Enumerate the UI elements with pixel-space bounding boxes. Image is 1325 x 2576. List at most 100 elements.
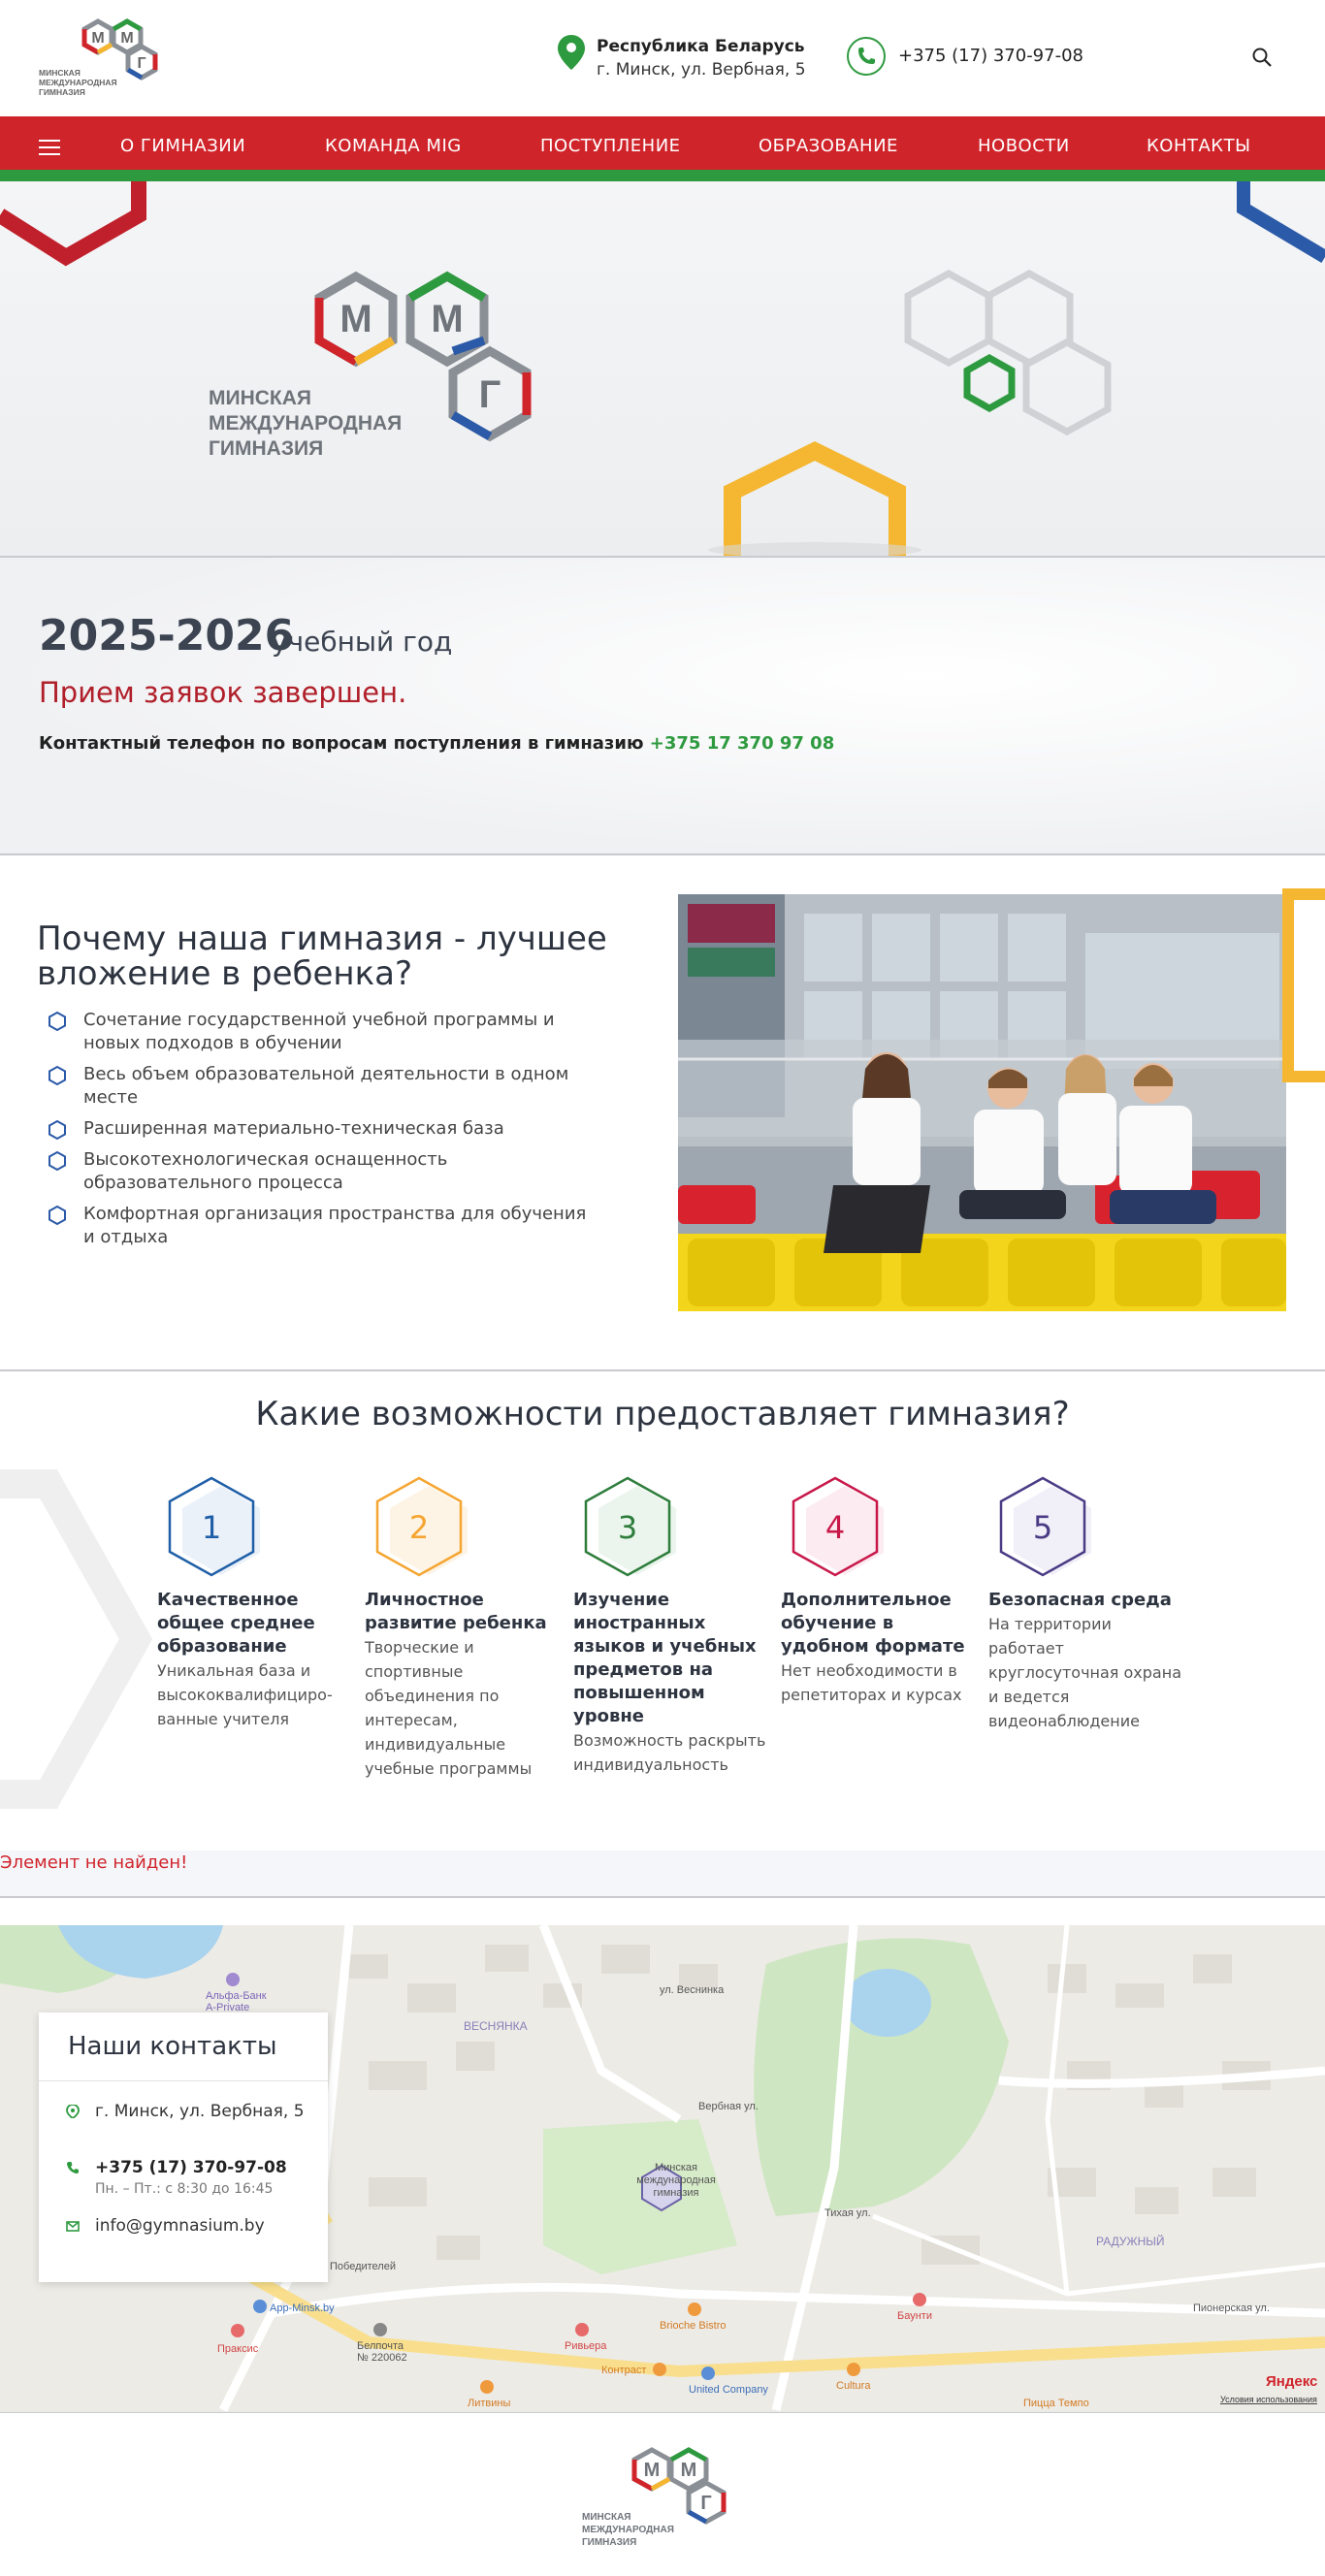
header-logo[interactable]: М М Г МИНСКАЯ МЕЖДУНАРОДНАЯ ГИМНАЗИЯ xyxy=(37,16,182,103)
students-photo xyxy=(678,894,1286,1311)
footer-logo-letter-2: М xyxy=(681,2460,697,2481)
nav-item-contacts[interactable]: КОНТАКТЫ xyxy=(1147,136,1250,156)
map-poi-12: Пицца Темпо xyxy=(1023,2398,1089,2409)
admission-contact-phone[interactable]: +375 17 370 97 08 xyxy=(650,733,834,754)
why-item: Высокотехнологическая оснащенность образ… xyxy=(48,1148,592,1195)
why-item: Весь объем образовательной деятельности … xyxy=(48,1063,592,1110)
hexagon-bullet-icon xyxy=(48,1151,66,1171)
photo-frame-decoration xyxy=(1282,888,1325,1082)
error-message: Элемент не найден! xyxy=(0,1852,188,1873)
map-poi-7: Баунти xyxy=(897,2310,932,2322)
contacts-card: Наши контакты г. Минск, ул. Вербная, 5 +… xyxy=(39,2012,328,2282)
map-poi-1: Альфа-Банк xyxy=(206,1990,267,2002)
mail-icon xyxy=(66,2221,80,2232)
contacts-title: Наши контакты xyxy=(68,2032,277,2061)
site-header: М М Г МИНСКАЯ МЕЖДУНАРОДНАЯ ГИМНАЗИЯ Рес… xyxy=(0,0,1325,116)
footer-divider xyxy=(0,2412,1325,2413)
opportunity-desc: Возможность раскрыть индивидуальность xyxy=(573,1731,766,1774)
contacts-phone[interactable]: +375 (17) 370-97-08 xyxy=(95,2158,328,2177)
map-poi-6: Brioche Bistro xyxy=(660,2320,726,2332)
hero-logo-letter-1: М xyxy=(339,298,372,340)
nav-item-about[interactable]: О ГИМНАЗИИ xyxy=(120,136,245,156)
map-pin-icon xyxy=(558,35,585,70)
admission-divider xyxy=(0,853,1325,855)
hero-logo-name-2: МЕЖДУНАРОДНАЯ xyxy=(209,412,402,435)
map-label-street-1: ул. Веснинка xyxy=(660,1984,725,1996)
opportunity-title: Качественное общее среднее образование xyxy=(157,1590,315,1657)
why-item: Комфортная организация пространства для … xyxy=(48,1203,592,1249)
why-divider xyxy=(0,1369,1325,1371)
contacts-email[interactable]: info@gymnasium.by xyxy=(95,2216,328,2236)
opportunity-number: 4 xyxy=(824,1509,846,1546)
why-item: Сочетание государственной учебной програ… xyxy=(48,1009,592,1055)
admission-status: Прием заявок завершен. xyxy=(39,676,407,709)
phone-icon xyxy=(67,2162,79,2174)
opportunity-hexagon: 3 xyxy=(579,1474,676,1581)
hero-logo-letter-2: М xyxy=(431,298,463,340)
admission-year: 2025-2026 xyxy=(39,611,295,660)
map-poi-9: United Company xyxy=(689,2384,768,2396)
contacts-divider xyxy=(39,2080,328,2081)
error-strip xyxy=(0,1851,1325,1897)
why-item-text: Комфортная организация пространства для … xyxy=(83,1204,587,1247)
hero-decoration: М М Г МИНСКАЯ МЕЖДУНАРОДНАЯ ГИМНАЗИЯ xyxy=(0,181,1325,557)
admission-year-suffix: учебный год xyxy=(272,626,453,658)
logo-letter-1: М xyxy=(91,30,104,47)
footer-logo-letter-1: М xyxy=(644,2460,661,2481)
map-poi-10: Cultura xyxy=(836,2380,871,2392)
opportunity-card: 4 Дополнительное обучение в удобном форм… xyxy=(781,1474,975,1707)
opportunity-title: Личностное развитие ребенка xyxy=(365,1590,547,1633)
location-address: г. Минск, ул. Вербная, 5 xyxy=(597,60,806,80)
opportunity-hexagon: 4 xyxy=(787,1474,884,1581)
nav-green-stripe xyxy=(0,170,1325,181)
map-poi-3: Праксис xyxy=(217,2343,259,2355)
map-label-district-1: ВЕСНЯНКА xyxy=(464,2019,528,2033)
logo-name-line-2: МЕЖДУНАРОДНАЯ xyxy=(39,78,117,87)
nav-item-admission[interactable]: ПОСТУПЛЕНИЕ xyxy=(540,136,681,156)
opportunity-card: 5 Безопасная среда На территории работае… xyxy=(988,1474,1182,1733)
opportunity-desc: Творческие и спортивные объединения по и… xyxy=(365,1638,533,1778)
contacts-address: г. Минск, ул. Вербная, 5 xyxy=(95,2102,305,2121)
map-poi-8: Контраст xyxy=(601,2365,646,2376)
why-list: Сочетание государственной учебной програ… xyxy=(48,1009,592,1257)
map-poi-5: Ривьера xyxy=(565,2340,607,2352)
nav-item-team[interactable]: КОМАНДА MIG xyxy=(325,136,462,156)
hamburger-icon[interactable] xyxy=(39,140,60,155)
location-country: Республика Беларусь xyxy=(597,37,805,56)
opportunity-title: Дополнительное обучение в удобном формат… xyxy=(781,1590,965,1657)
why-title: Почему наша гимназия - лучшее вложение в… xyxy=(37,919,607,993)
map-label-street-2: Вербная ул. xyxy=(698,2101,759,2112)
hero-logo-name-3: ГИМНАЗИЯ xyxy=(209,437,323,460)
map-label-gymnasium-1: Минская xyxy=(655,2162,697,2174)
opportunity-hexagon: 5 xyxy=(994,1474,1091,1581)
why-item-text: Весь объем образовательной деятельности … xyxy=(83,1064,569,1108)
hexagon-bullet-icon xyxy=(48,1012,66,1031)
logo-letter-2: М xyxy=(120,30,133,47)
why-item-text: Сочетание государственной учебной програ… xyxy=(83,1010,555,1053)
logo-name-line-3: ГИМНАЗИЯ xyxy=(39,87,85,97)
opportunity-title: Безопасная среда xyxy=(988,1590,1172,1610)
map-label-district-2: РАДУЖНЫЙ xyxy=(1096,2234,1164,2248)
opportunity-hexagon: 1 xyxy=(163,1474,260,1581)
search-icon[interactable] xyxy=(1251,47,1273,68)
opportunity-desc: На территории работает круглосуточная ох… xyxy=(988,1615,1181,1730)
admission-contact: Контактный телефон по вопросам поступлен… xyxy=(39,733,834,754)
opportunity-number: 3 xyxy=(617,1509,638,1546)
map-terms-link: Условия использования xyxy=(1220,2395,1317,2404)
opportunity-number: 2 xyxy=(408,1509,430,1546)
why-item: Расширенная материально-техническая база xyxy=(48,1117,592,1141)
map-pin-icon xyxy=(66,2105,80,2118)
phone-number[interactable]: +375 (17) 370-97-08 xyxy=(898,46,1083,66)
phone-icon xyxy=(847,37,886,76)
map-poi-11: Литвины xyxy=(468,2398,510,2409)
map-poi-2: App-Minsk.by xyxy=(270,2302,335,2314)
admission-contact-text: Контактный телефон по вопросам поступлен… xyxy=(39,733,644,754)
map-label-gymnasium-3: гимназия xyxy=(654,2187,699,2199)
error-divider xyxy=(0,1896,1325,1898)
footer-logo[interactable]: М М Г МИНСКАЯ МЕЖДУНАРОДНАЯ ГИМНАЗИЯ xyxy=(580,2444,745,2551)
opportunity-card: 1 Качественное общее среднее образование… xyxy=(157,1474,351,1731)
nav-item-news[interactable]: НОВОСТИ xyxy=(978,136,1070,156)
footer-logo-name-3: ГИМНАЗИЯ xyxy=(582,2537,636,2548)
opportunities-title: Какие возможности предоставляет гимназия… xyxy=(255,1395,1070,1433)
nav-item-education[interactable]: ОБРАЗОВАНИЕ xyxy=(759,136,898,156)
